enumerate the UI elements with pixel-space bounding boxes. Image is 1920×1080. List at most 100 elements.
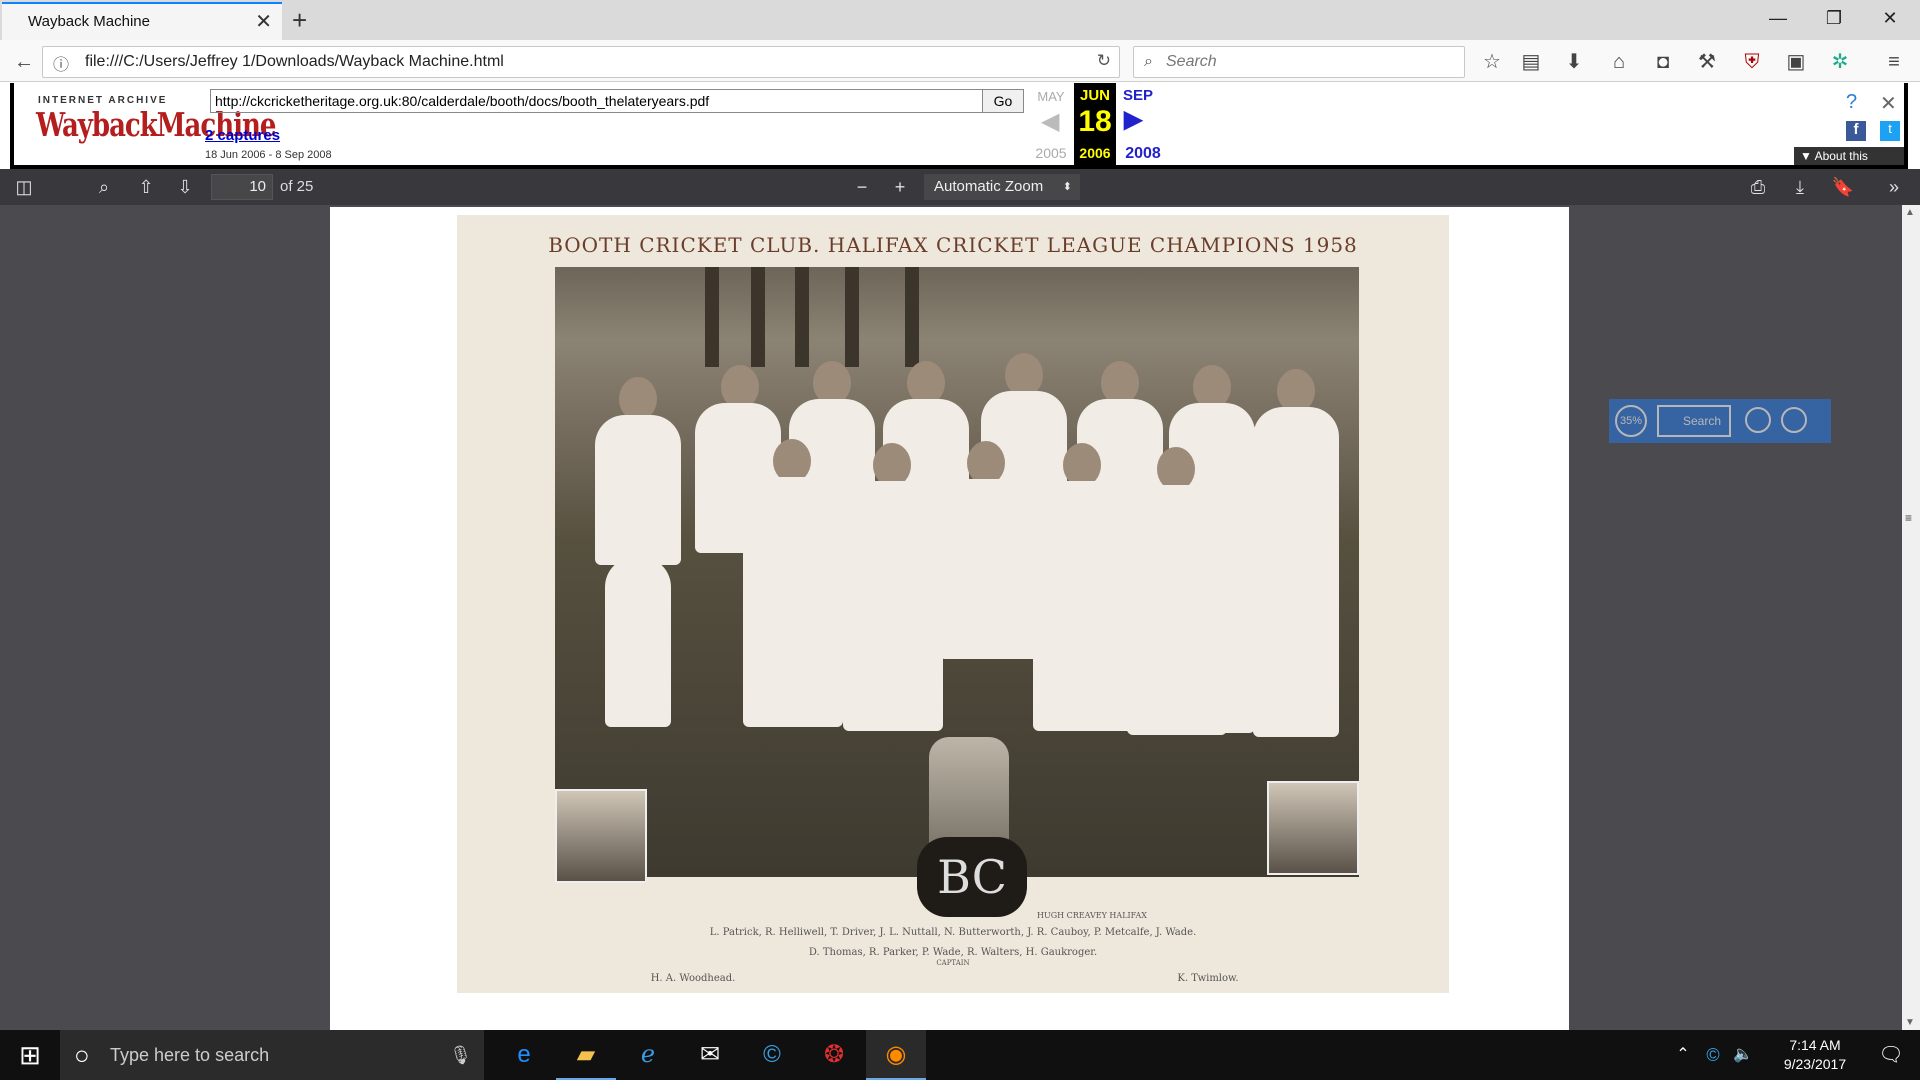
taskbar-search-placeholder: Type here to search <box>110 1045 270 1065</box>
current-year: 2006 <box>1079 145 1111 161</box>
zoom-value: Automatic Zoom <box>934 178 1044 195</box>
reload-icon[interactable]: ↻ <box>1097 51 1111 71</box>
find-icon[interactable]: ⌕ <box>92 175 116 199</box>
inset-right-name: K. Twimlow. <box>1177 973 1239 984</box>
next-capture-icon[interactable]: ▶ <box>1124 105 1142 134</box>
tools-icon[interactable]: ⚒ <box>1695 50 1719 74</box>
ublock-icon[interactable]: ⛨ <box>1740 50 1764 74</box>
close-wayback-icon[interactable]: ✕ <box>1880 91 1897 116</box>
tray-ccleaner-icon[interactable]: © <box>1698 1030 1728 1080</box>
zoom-select[interactable]: Automatic Zoom ⬍ <box>924 174 1080 200</box>
bookmark-icon[interactable]: 🔖 <box>1831 175 1855 199</box>
next-month[interactable]: SEP <box>1118 87 1158 104</box>
photo-title: BOOTH CRICKET CLUB. HALIFAX CRICKET LEAG… <box>548 233 1358 257</box>
page-number-input[interactable]: 10 <box>211 174 273 200</box>
firefox-icon[interactable]: ◉ <box>866 1030 926 1080</box>
print-icon[interactable]: ⎙ <box>1746 175 1770 199</box>
sidebar-toggle-icon[interactable]: ◫ <box>12 175 36 199</box>
bc-emblem: BC <box>917 837 1027 917</box>
extension-icon[interactable]: ▣ <box>1784 50 1808 74</box>
capture-range: 18 Jun 2006 - 8 Sep 2008 <box>205 149 332 161</box>
more-tools-icon[interactable]: » <box>1882 175 1906 199</box>
minimize-icon[interactable]: — <box>1748 0 1808 40</box>
new-tab-button[interactable]: + <box>292 2 307 38</box>
caption-line-1: L. Patrick, R. Helliwell, T. Driver, J. … <box>709 927 1197 938</box>
addon-icon[interactable]: ✲ <box>1828 50 1852 74</box>
chevron-down-icon: ⬍ <box>1062 181 1072 193</box>
url-bar[interactable]: ⓘ file:///C:/Users/Jeffrey 1/Downloads/W… <box>42 46 1120 78</box>
mail-icon[interactable]: ✉ <box>680 1030 740 1080</box>
notification-icon[interactable]: 🗨 <box>1866 1030 1916 1080</box>
floating-widget[interactable]: 35% Search <box>1609 399 1831 443</box>
current-month: JUN <box>1079 87 1110 104</box>
pocket-icon[interactable]: ◘ <box>1651 50 1675 74</box>
prev-month[interactable]: MAY <box>1029 89 1073 104</box>
scroll-thumb[interactable]: ≡ <box>1905 511 1912 525</box>
app-icon[interactable]: ❂ <box>804 1030 864 1080</box>
copy-icon[interactable] <box>1781 407 1807 433</box>
home-icon[interactable]: ⌂ <box>1607 50 1631 74</box>
download-icon[interactable]: ⬇ <box>1562 50 1586 74</box>
date: 9/23/2017 <box>1783 1056 1847 1072</box>
about-capture-button[interactable]: ▼ About this capture <box>1794 147 1904 181</box>
close-window-icon[interactable]: ✕ <box>1860 0 1920 40</box>
go-button[interactable]: Go <box>982 89 1024 113</box>
pdf-page: BOOTH CRICKET CLUB. HALIFAX CRICKET LEAG… <box>330 207 1569 1030</box>
edge-icon[interactable]: e <box>494 1030 554 1080</box>
zoom-percent: 35% <box>1615 405 1647 437</box>
ccleaner-icon[interactable]: © <box>742 1030 802 1080</box>
bookmark-star-icon[interactable]: ☆ <box>1480 50 1504 74</box>
taskbar-search[interactable]: ○ Type here to search 🎙 <box>60 1030 484 1080</box>
time: 7:14 AM <box>1789 1037 1841 1053</box>
players-group: BC <box>577 353 1339 917</box>
reading-list-icon[interactable]: ▤ <box>1519 50 1543 74</box>
next-year[interactable]: 2008 <box>1118 145 1168 163</box>
previous-page-icon[interactable]: ⇧ <box>134 175 158 199</box>
next-page-icon[interactable]: ⇩ <box>173 175 197 199</box>
windows-start-icon[interactable]: ⊞ <box>0 1030 60 1080</box>
save-icon[interactable]: ⤓ <box>1788 175 1812 199</box>
menu-icon[interactable]: ≡ <box>1882 50 1906 74</box>
back-icon[interactable]: ← <box>12 50 36 74</box>
pdf-viewer[interactable]: BOOTH CRICKET CLUB. HALIFAX CRICKET LEAG… <box>0 205 1920 1030</box>
tab-title: Wayback Machine <box>28 13 150 30</box>
clock[interactable]: 7:14 AM 9/23/2017 <box>1770 1036 1860 1074</box>
team-photo: BC <box>555 267 1359 917</box>
scroll-up-icon[interactable]: ▲ <box>1905 207 1915 218</box>
widget-search-label: Search <box>1683 414 1722 428</box>
close-tab-icon[interactable]: ✕ <box>255 4 272 40</box>
captures-link[interactable]: 2 captures <box>205 127 280 144</box>
scroll-down-icon[interactable]: ▼ <box>1905 1017 1915 1028</box>
file-explorer-icon[interactable]: ▰ <box>556 1030 616 1080</box>
browser-tab[interactable]: Wayback Machine ✕ <box>2 2 282 40</box>
info-icon[interactable]: ⓘ <box>53 51 69 75</box>
caption-line-2: D. Thomas, R. Parker, P. Wade, R. Walter… <box>808 947 1098 958</box>
search-icon: ⌕ <box>1144 53 1153 70</box>
facebook-icon[interactable]: f <box>1846 121 1866 141</box>
help-icon[interactable]: ? <box>1846 91 1857 114</box>
url-text: file:///C:/Users/Jeffrey 1/Downloads/Way… <box>85 53 504 70</box>
team-photo-print: BOOTH CRICKET CLUB. HALIFAX CRICKET LEAG… <box>457 215 1449 993</box>
search-input[interactable]: ⌕ Search <box>1133 46 1465 78</box>
inset-portrait-right <box>1267 781 1359 875</box>
grid-icon[interactable] <box>1745 407 1771 433</box>
vertical-scrollbar[interactable]: ▲ ≡ ▼ <box>1902 205 1920 1030</box>
microphone-icon[interactable]: 🎙 <box>449 1030 472 1080</box>
prev-capture-icon[interactable]: ◀ <box>1041 107 1059 136</box>
zoom-out-icon[interactable]: − <box>850 175 874 199</box>
wayback-logo[interactable]: WaybackMachine <box>36 107 276 155</box>
internet-explorer-icon[interactable]: ℯ <box>618 1030 678 1080</box>
twitter-icon[interactable]: t <box>1880 121 1900 141</box>
zoom-in-icon[interactable]: + <box>888 175 912 199</box>
wayback-toolbar: INTERNET ARCHIVE WaybackMachine http://c… <box>10 83 1908 181</box>
cortana-icon: ○ <box>74 1040 90 1070</box>
current-day: 18 <box>1078 105 1112 138</box>
wayback-url-input[interactable]: http://ckcricketheritage.org.uk:80/calde… <box>210 89 988 113</box>
studio-credit: HUGH CREAVEY HALIFAX <box>1037 911 1147 920</box>
prev-year[interactable]: 2005 <box>1029 145 1073 161</box>
inset-portrait-left <box>555 789 647 883</box>
tray-expand-icon[interactable]: ⌃ <box>1668 1030 1698 1080</box>
widget-search[interactable]: Search <box>1657 405 1731 437</box>
volume-icon[interactable]: 🔈 <box>1728 1030 1758 1080</box>
restore-icon[interactable]: ❐ <box>1804 0 1864 40</box>
